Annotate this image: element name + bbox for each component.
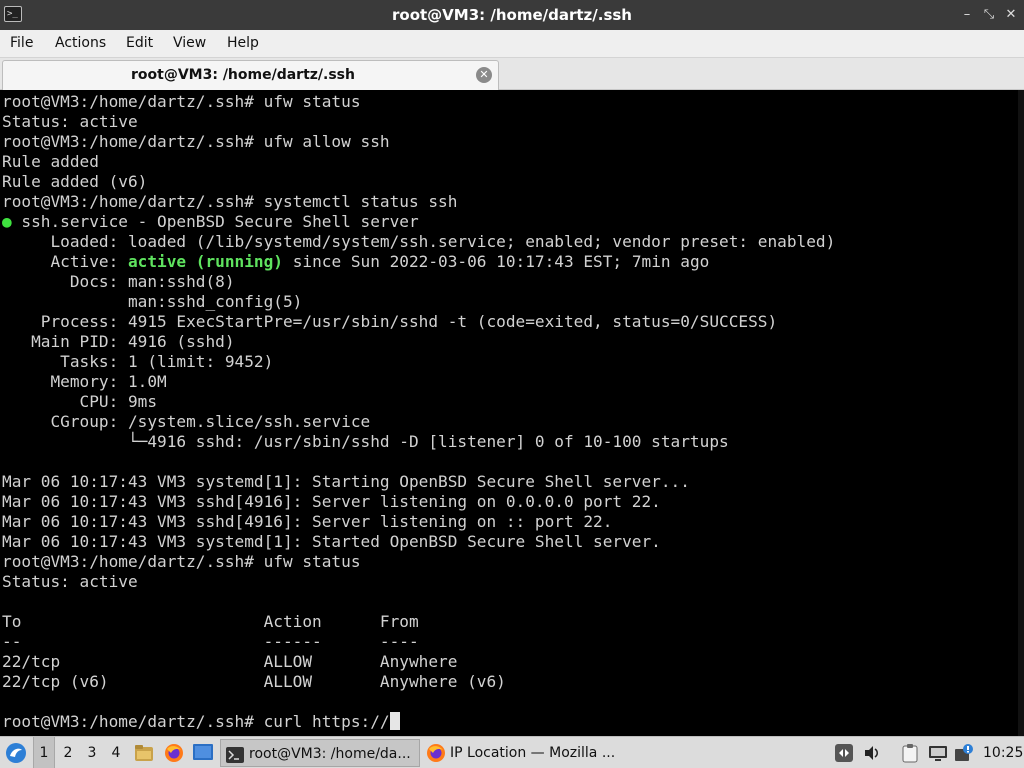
terminal-line: CPU: 9ms <box>2 392 158 411</box>
terminal-output: root@VM3:/home/dartz/.ssh# ufw status St… <box>2 92 835 732</box>
minimize-button[interactable]: – <box>958 6 976 24</box>
terminal-line-service-header: ● ssh.service - OpenBSD Secure Shell ser… <box>2 212 835 232</box>
terminal-line: -- ------ ---- <box>2 632 419 651</box>
task-label: root@VM3: /home/da... <box>249 746 411 762</box>
firefox-icon <box>426 743 446 763</box>
taskbar: 1 2 3 4 root@VM3: /home/da... IP Locatio… <box>0 736 1024 768</box>
terminal-line: root@VM3:/home/dartz/.ssh# ufw status <box>2 92 361 111</box>
menu-file[interactable]: File <box>10 30 33 58</box>
terminal-line: Mar 06 10:17:43 VM3 systemd[1]: Started … <box>2 532 661 551</box>
terminal-line: └─4916 sshd: /usr/sbin/sshd -D [listener… <box>2 432 729 451</box>
tab-label: root@VM3: /home/dartz/.ssh <box>131 67 355 83</box>
nav-arrows-icon[interactable] <box>834 743 854 763</box>
tab-bar: root@VM3: /home/dartz/.ssh ✕ <box>0 58 1024 90</box>
terminal-line: Main PID: 4916 (sshd) <box>2 332 235 351</box>
active-state: active (running) <box>127 252 283 271</box>
terminal-line: Rule added <box>2 152 99 171</box>
terminal-prompt-line[interactable]: root@VM3:/home/dartz/.ssh# curl https:// <box>2 712 835 732</box>
terminal-line: To Action From <box>2 612 419 631</box>
terminal-line: Process: 4915 ExecStartPre=/usr/sbin/ssh… <box>2 312 778 331</box>
status-dot-icon: ● <box>2 212 12 231</box>
task-firefox[interactable]: IP Location — Mozilla ... <box>422 739 622 767</box>
menu-actions[interactable]: Actions <box>55 30 106 58</box>
desktop-1[interactable]: 1 <box>33 737 55 768</box>
terminal-line: Mar 06 10:17:43 VM3 sshd[4916]: Server l… <box>2 492 661 511</box>
clipboard-icon[interactable] <box>900 743 920 763</box>
desktop-icon[interactable] <box>193 744 213 762</box>
task-label: IP Location — Mozilla ... <box>450 745 616 761</box>
text-cursor <box>389 712 400 730</box>
terminal-line: Rule added (v6) <box>2 172 148 191</box>
window-title: root@VM3: /home/dartz/.ssh <box>392 6 632 24</box>
close-button[interactable]: ✕ <box>1002 6 1020 24</box>
terminal-line: root@VM3:/home/dartz/.ssh# systemctl sta… <box>2 192 458 211</box>
terminal-line: 22/tcp (v6) ALLOW Anywhere (v6) <box>2 672 506 691</box>
terminal-line: Mar 06 10:17:43 VM3 systemd[1]: Starting… <box>2 472 690 491</box>
volume-icon[interactable] <box>862 743 882 763</box>
terminal-line: Status: active <box>2 572 138 591</box>
maximize-button[interactable]: ⤡ <box>980 6 998 24</box>
tab-close-icon[interactable]: ✕ <box>476 67 492 83</box>
window-titlebar: >_ root@VM3: /home/dartz/.ssh – ⤡ ✕ <box>0 0 1024 30</box>
desktop-4[interactable]: 4 <box>105 737 127 768</box>
terminal-line: Mar 06 10:17:43 VM3 sshd[4916]: Server l… <box>2 512 613 531</box>
terminal-line: Docs: man:sshd(8) <box>2 272 235 291</box>
clock[interactable]: 10:25 <box>983 737 1023 768</box>
firefox-icon[interactable] <box>164 743 184 763</box>
menu-help[interactable]: Help <box>227 30 259 58</box>
terminal-line: CGroup: /system.slice/ssh.service <box>2 412 371 431</box>
terminal-line: Memory: 1.0M <box>2 372 167 391</box>
terminal-line: root@VM3:/home/dartz/.ssh# ufw allow ssh <box>2 132 390 151</box>
terminal-line: Tasks: 1 (limit: 9452) <box>2 352 274 371</box>
tab-terminal[interactable]: root@VM3: /home/dartz/.ssh ✕ <box>2 60 499 90</box>
menu-view[interactable]: View <box>173 30 206 58</box>
desktop-3[interactable]: 3 <box>81 737 103 768</box>
terminal-line: Status: active <box>2 112 138 131</box>
terminal-icon <box>226 745 244 763</box>
terminal-line: 22/tcp ALLOW Anywhere <box>2 652 458 671</box>
terminal-line-active: Active: active (running) since Sun 2022-… <box>2 252 835 272</box>
prompt-text: root@VM3:/home/dartz/.ssh# curl https:// <box>2 712 390 731</box>
task-terminal[interactable]: root@VM3: /home/da... <box>220 739 420 767</box>
file-manager-icon[interactable] <box>134 743 154 763</box>
menu-bar: File Actions Edit View Help <box>0 30 1024 58</box>
terminal-line: man:sshd_config(5) <box>2 292 303 311</box>
menu-edit[interactable]: Edit <box>126 30 153 58</box>
active-label: Active: <box>2 252 128 271</box>
service-header-text: ssh.service - OpenBSD Secure Shell serve… <box>11 212 419 231</box>
terminal-scrollbar[interactable] <box>1018 90 1024 736</box>
lxqt-menu-icon[interactable] <box>5 742 27 764</box>
network-icon[interactable] <box>928 743 948 763</box>
terminal-line: Loaded: loaded (/lib/systemd/system/ssh.… <box>2 232 836 251</box>
terminal-view[interactable]: root@VM3:/home/dartz/.ssh# ufw status St… <box>0 90 1024 736</box>
desktop-2[interactable]: 2 <box>57 737 79 768</box>
update-notifier-icon[interactable] <box>954 743 974 763</box>
terminal-line: root@VM3:/home/dartz/.ssh# ufw status <box>2 552 361 571</box>
active-detail: since Sun 2022-03-06 10:17:43 EST; 7min … <box>283 252 710 271</box>
